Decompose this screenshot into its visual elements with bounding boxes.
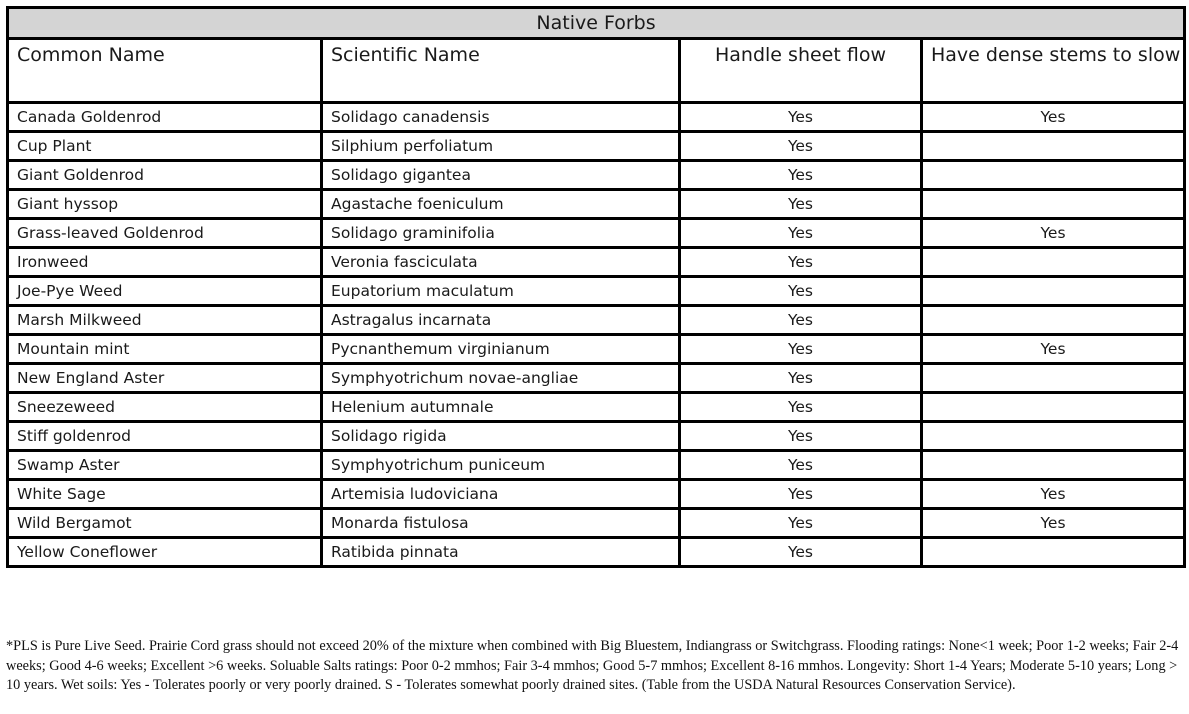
common-name-cell: Marsh Milkweed	[6, 304, 323, 336]
common-name-cell: Grass-leaved Goldenrod	[6, 217, 323, 249]
scientific-name-cell: Solidago graminifolia	[320, 217, 681, 249]
dense-stems-cell	[919, 362, 1187, 394]
dense-stems-cell	[919, 420, 1187, 452]
common-name-cell: Mountain mint	[6, 333, 323, 365]
table-row: New England Aster Symphyotrichum novae-an…	[6, 362, 1187, 394]
handle-sheet-flow-cell: Yes	[678, 217, 923, 249]
common-name-cell: New England Aster	[6, 362, 323, 394]
dense-stems-cell: Yes	[919, 333, 1187, 365]
common-name-cell: Canada Goldenrod	[6, 101, 323, 133]
scientific-name-cell: Pycnanthemum virginianum	[320, 333, 681, 365]
handle-sheet-flow-cell: Yes	[678, 188, 923, 220]
table-row: Giant hyssop Agastache foeniculum Yes	[6, 188, 1187, 220]
scientific-name-cell: Veronia fasciculata	[320, 246, 681, 278]
native-forbs-table-container: Native Forbs Common Name Scientific Name…	[5, 6, 1187, 568]
common-name-cell: Cup Plant	[6, 130, 323, 162]
scientific-name-cell: Symphyotrichum novae-angliae	[320, 362, 681, 394]
scientific-name-cell: Agastache foeniculum	[320, 188, 681, 220]
handle-sheet-flow-cell: Yes	[678, 449, 923, 481]
common-name-cell: Giant Goldenrod	[6, 159, 323, 191]
common-name-cell: White Sage	[6, 478, 323, 510]
scientific-name-cell: Solidago gigantea	[320, 159, 681, 191]
common-name-cell: Giant hyssop	[6, 188, 323, 220]
dense-stems-cell	[919, 275, 1187, 307]
scientific-name-cell: Artemisia ludoviciana	[320, 478, 681, 510]
native-forbs-table: Native Forbs Common Name Scientific Name…	[5, 6, 1187, 568]
table-row: Wild Bergamot Monarda fistulosa Yes Yes	[6, 507, 1187, 539]
dense-stems-cell	[919, 246, 1187, 278]
handle-sheet-flow-cell: Yes	[678, 101, 923, 133]
common-name-cell: Joe-Pye Weed	[6, 275, 323, 307]
common-name-cell: Ironweed	[6, 246, 323, 278]
dense-stems-cell: Yes	[919, 217, 1187, 249]
table-row: Marsh Milkweed Astragalus incarnata Yes	[6, 304, 1187, 336]
common-name-cell: Yellow Coneflower	[6, 536, 323, 568]
handle-sheet-flow-cell: Yes	[678, 130, 923, 162]
scientific-name-cell: Symphyotrichum puniceum	[320, 449, 681, 481]
handle-sheet-flow-cell: Yes	[678, 275, 923, 307]
header-dense-stems: Have dense stems to slow water flow	[919, 37, 1187, 104]
dense-stems-cell: Yes	[919, 478, 1187, 510]
handle-sheet-flow-cell: Yes	[678, 507, 923, 539]
dense-stems-cell	[919, 130, 1187, 162]
dense-stems-cell	[919, 449, 1187, 481]
table-footnote: *PLS is Pure Live Seed. Prairie Cord gra…	[6, 638, 1179, 693]
dense-stems-cell	[919, 304, 1187, 336]
scientific-name-cell: Eupatorium maculatum	[320, 275, 681, 307]
table-title-row: Native Forbs	[5, 6, 1187, 40]
dense-stems-cell	[919, 159, 1187, 191]
handle-sheet-flow-cell: Yes	[678, 246, 923, 278]
handle-sheet-flow-cell: Yes	[678, 391, 923, 423]
scientific-name-cell: Monarda fistulosa	[320, 507, 681, 539]
dense-stems-cell: Yes	[919, 507, 1187, 539]
handle-sheet-flow-cell: Yes	[678, 304, 923, 336]
dense-stems-cell	[919, 188, 1187, 220]
common-name-cell: Sneezeweed	[6, 391, 323, 423]
table-title: Native Forbs	[5, 6, 1187, 40]
header-scientific-name: Scientific Name	[320, 37, 681, 104]
handle-sheet-flow-cell: Yes	[678, 420, 923, 452]
scientific-name-cell: Helenium autumnale	[320, 391, 681, 423]
table-row: Swamp Aster Symphyotrichum puniceum Yes	[6, 449, 1187, 481]
header-common-name: Common Name	[6, 37, 323, 104]
table-row: Joe-Pye Weed Eupatorium maculatum Yes	[6, 275, 1187, 307]
table-row: Stiff goldenrod Solidago rigida Yes	[6, 420, 1187, 452]
table-row: Canada Goldenrod Solidago canadensis Yes Ye…	[6, 101, 1187, 133]
common-name-cell: Wild Bergamot	[6, 507, 323, 539]
dense-stems-cell: Yes	[919, 101, 1187, 133]
scientific-name-cell: Ratibida pinnata	[320, 536, 681, 568]
scientific-name-cell: Silphium perfoliatum	[320, 130, 681, 162]
common-name-cell: Stiff goldenrod	[6, 420, 323, 452]
table-row: Mountain mint Pycnanthemum virginianum Yes…	[6, 333, 1187, 365]
table-row: Grass-leaved Goldenrod Solidago graminifo…	[6, 217, 1187, 249]
table-row: Ironweed Veronia fasciculata Yes	[6, 246, 1187, 278]
header-handle-sheet-flow: Handle sheet flow	[678, 37, 923, 104]
table-row: White Sage Artemisia ludoviciana Yes Yes	[6, 478, 1187, 510]
table-row: Yellow Coneflower Ratibida pinnata Yes	[6, 536, 1187, 568]
handle-sheet-flow-cell: Yes	[678, 159, 923, 191]
handle-sheet-flow-cell: Yes	[678, 333, 923, 365]
handle-sheet-flow-cell: Yes	[678, 478, 923, 510]
handle-sheet-flow-cell: Yes	[678, 536, 923, 568]
table-row: Sneezeweed Helenium autumnale Yes	[6, 391, 1187, 423]
scientific-name-cell: Astragalus incarnata	[320, 304, 681, 336]
dense-stems-cell	[919, 536, 1187, 568]
column-header-row: Common Name Scientific Name Handle sheet…	[6, 37, 1187, 104]
scientific-name-cell: Solidago canadensis	[320, 101, 681, 133]
table-body: Canada Goldenrod Solidago canadensis Yes Ye…	[6, 101, 1187, 568]
dense-stems-cell	[919, 391, 1187, 423]
common-name-cell: Swamp Aster	[6, 449, 323, 481]
table-row: Giant Goldenrod Solidago gigantea Yes	[6, 159, 1187, 191]
handle-sheet-flow-cell: Yes	[678, 362, 923, 394]
table-row: Cup Plant Silphium perfoliatum Yes	[6, 130, 1187, 162]
scientific-name-cell: Solidago rigida	[320, 420, 681, 452]
